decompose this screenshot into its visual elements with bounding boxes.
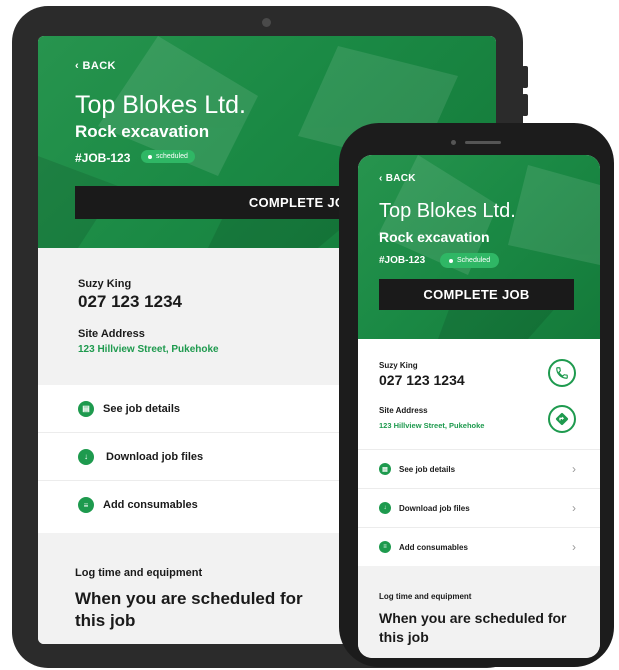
job-type: Rock excavation bbox=[75, 122, 210, 141]
contact-panel: Suzy King 027 123 1234 Site Address 123 … bbox=[358, 339, 600, 449]
list-icon: ≡ bbox=[379, 541, 391, 553]
company-name: Top Blokes Ltd. bbox=[75, 91, 246, 119]
job-type: Rock excavation bbox=[379, 229, 490, 245]
menu-item-label: Add consumables bbox=[399, 542, 468, 552]
complete-job-button[interactable]: COMPLETE JOB bbox=[379, 279, 574, 310]
download-file-icon: ↓ bbox=[78, 448, 94, 465]
status-badge: scheduled bbox=[141, 150, 195, 163]
back-link[interactable]: ‹ BACK bbox=[75, 60, 116, 72]
phone-icon bbox=[556, 367, 568, 379]
call-button[interactable] bbox=[548, 359, 576, 387]
document-icon: ▤ bbox=[78, 400, 94, 417]
log-label: Log time and equipment bbox=[75, 567, 203, 579]
phone-device: ‹ BACK Top Blokes Ltd. Rock excavation #… bbox=[339, 123, 614, 667]
download-file-icon: ↓ bbox=[379, 502, 391, 514]
status-label: Scheduled bbox=[457, 257, 491, 264]
tablet-side-button bbox=[522, 94, 528, 116]
directions-button[interactable] bbox=[548, 405, 576, 433]
menu-item-label: Download job files bbox=[106, 450, 204, 463]
phone-camera bbox=[451, 140, 456, 145]
menu-item-label: Add consumables bbox=[103, 499, 198, 511]
phone-screen: ‹ BACK Top Blokes Ltd. Rock excavation #… bbox=[358, 155, 600, 658]
status-dot-icon bbox=[148, 154, 152, 159]
job-header: ‹ BACK Top Blokes Ltd. Rock excavation #… bbox=[358, 155, 600, 339]
menu-item-label: See job details bbox=[103, 402, 181, 415]
contact-phone[interactable]: 027 123 1234 bbox=[78, 292, 182, 312]
complete-job-button[interactable]: COMPLETE JOB bbox=[75, 186, 375, 219]
job-menu: ▤ See job details › ↓ Download job files… bbox=[358, 449, 600, 566]
status-badge: Scheduled bbox=[440, 253, 500, 268]
chevron-right-icon: › bbox=[572, 462, 576, 476]
contact-name: Suzy King bbox=[379, 361, 418, 370]
menu-item-download-files[interactable]: ↓ Download job files › bbox=[358, 488, 600, 527]
site-address-label: Site Address bbox=[379, 406, 428, 415]
log-label: Log time and equipment bbox=[379, 592, 472, 601]
document-icon: ▤ bbox=[379, 463, 391, 475]
schedule-message: When you are scheduled for this job bbox=[75, 589, 303, 630]
job-number: #JOB-123 bbox=[75, 151, 131, 165]
contact-name: Suzy King bbox=[78, 278, 132, 290]
directions-icon bbox=[555, 412, 569, 426]
chevron-right-icon: › bbox=[572, 540, 576, 554]
company-name: Top Blokes Ltd. bbox=[379, 200, 516, 222]
menu-item-consumables[interactable]: ≡ Add consumables › bbox=[358, 527, 600, 566]
tablet-camera bbox=[262, 18, 271, 27]
job-number: #JOB-123 bbox=[379, 255, 426, 266]
phone-speaker bbox=[465, 141, 501, 144]
schedule-message: When you are scheduled for this job bbox=[379, 610, 567, 645]
list-icon: ≡ bbox=[78, 497, 94, 513]
log-panel: Log time and equipment When you are sche… bbox=[358, 566, 600, 658]
back-link[interactable]: ‹ BACK bbox=[379, 173, 416, 184]
menu-item-label: See job details bbox=[399, 464, 456, 474]
site-address-label: Site Address bbox=[78, 328, 145, 340]
site-address[interactable]: 123 Hillview Street, Pukehoke bbox=[78, 344, 219, 355]
chevron-right-icon: › bbox=[572, 501, 576, 515]
menu-item-label: Download job files bbox=[399, 503, 470, 513]
tablet-side-button bbox=[522, 66, 528, 88]
contact-phone: 027 123 1234 bbox=[379, 372, 465, 388]
site-address[interactable]: 123 Hillview Street, Pukehoke bbox=[379, 421, 484, 430]
status-label: scheduled bbox=[156, 153, 188, 160]
menu-item-job-details[interactable]: ▤ See job details › bbox=[358, 449, 600, 488]
status-dot-icon bbox=[449, 258, 453, 263]
